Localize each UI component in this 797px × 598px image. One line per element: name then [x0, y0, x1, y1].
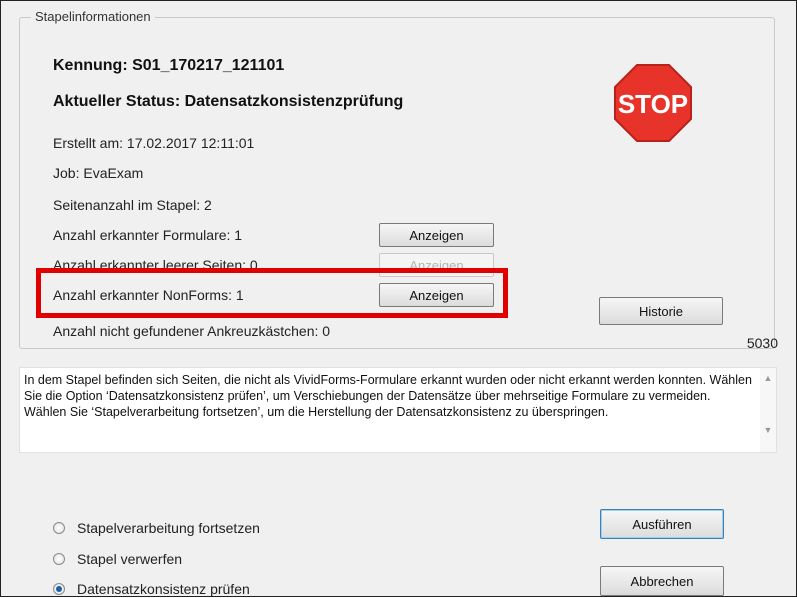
message-text: In dem Stapel befinden sich Seiten, die …: [24, 373, 752, 419]
anzeigen-formulare-button[interactable]: Anzeigen: [379, 223, 494, 247]
dialog-window: Stapelinformationen Kennung: S01_170217_…: [0, 0, 797, 597]
message-textbox[interactable]: In dem Stapel befinden sich Seiten, die …: [19, 367, 777, 453]
option-label: Stapelverarbeitung fortsetzen: [77, 520, 260, 536]
group-title: Stapelinformationen: [31, 9, 155, 24]
scroll-down-arrow-icon[interactable]: ▼: [760, 422, 776, 438]
abbrechen-button[interactable]: Abbrechen: [600, 566, 724, 596]
kennung-label: Kennung: S01_170217_121101: [53, 57, 285, 74]
ankreuz-label: Anzahl nicht gefundener Ankreuzkästchen:…: [53, 323, 331, 339]
option-datensatzkonsistenz-pruefen[interactable]: Datensatzkonsistenz prüfen: [53, 580, 250, 598]
status-label: Aktueller Status: Datensatzkonsistenzprü…: [53, 93, 404, 110]
nonforms-label: Anzahl erkannter NonForms: 1: [53, 287, 244, 303]
option-label: Datensatzkonsistenz prüfen: [77, 581, 250, 597]
option-label: Stapel verwerfen: [77, 551, 183, 567]
message-scrollbar[interactable]: ▲ ▼: [760, 368, 776, 452]
status-code: 5030: [746, 335, 778, 351]
anzeigen-nonforms-button[interactable]: Anzeigen: [379, 283, 494, 307]
radio-button[interactable]: [53, 553, 65, 565]
radio-button[interactable]: [53, 522, 65, 534]
job-label: Job: EvaExam: [53, 165, 144, 181]
seitenanzahl-label: Seitenanzahl im Stapel: 2: [53, 197, 212, 213]
option-stapelverarbeitung-fortsetzen[interactable]: Stapelverarbeitung fortsetzen: [53, 519, 260, 537]
formulare-label: Anzahl erkannter Formulare: 1: [53, 227, 243, 243]
erstellt-label: Erstellt am: 17.02.2017 12:11:01: [53, 135, 255, 151]
radio-button-selected[interactable]: [53, 583, 65, 595]
scroll-up-arrow-icon[interactable]: ▲: [760, 370, 776, 386]
option-stapel-verwerfen[interactable]: Stapel verwerfen: [53, 550, 182, 568]
historie-button[interactable]: Historie: [599, 297, 723, 325]
stop-sign-icon: STOP: [614, 64, 692, 142]
stop-sign-text: STOP: [618, 89, 688, 119]
ausfuehren-button[interactable]: Ausführen: [600, 509, 724, 539]
